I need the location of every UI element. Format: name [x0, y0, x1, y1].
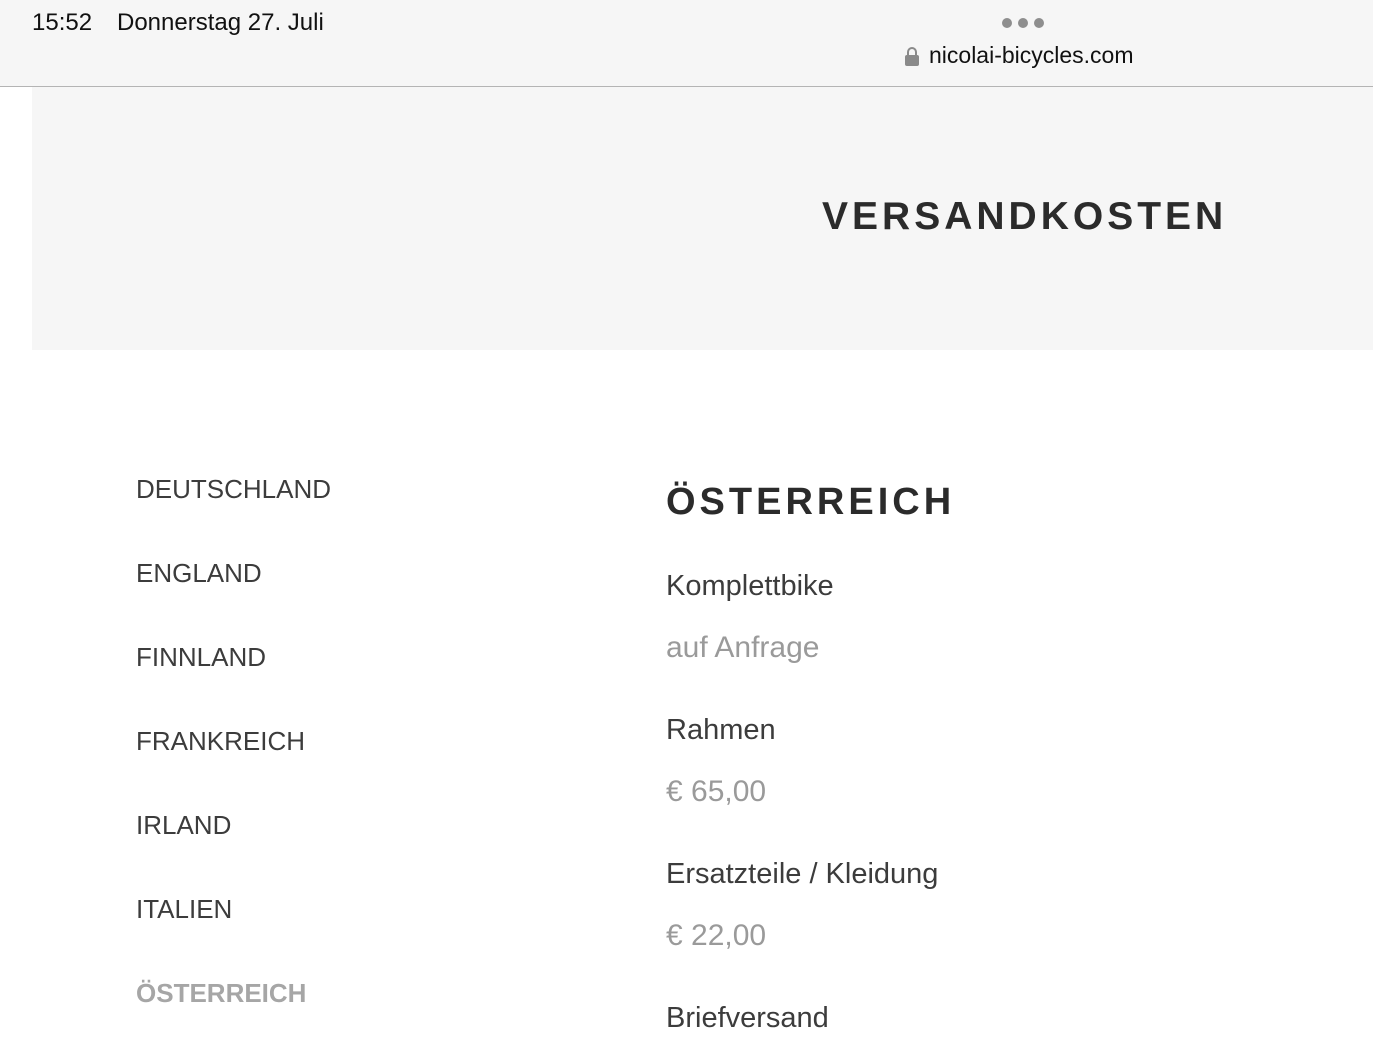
more-options-icon[interactable]	[1002, 18, 1044, 28]
country-item-england[interactable]: ENGLAND	[136, 558, 331, 642]
country-item-oesterreich[interactable]: ÖSTERREICH	[136, 978, 331, 1062]
cost-label: Komplettbike	[666, 570, 834, 602]
country-item-finnland[interactable]: FINNLAND	[136, 642, 331, 726]
status-time: 15:52	[32, 9, 93, 36]
cost-label: Rahmen	[666, 714, 776, 746]
address-bar[interactable]: nicolai-bicycles.com	[904, 42, 1134, 69]
cost-label: Ersatzteile / Kleidung	[666, 858, 939, 890]
cost-item-ersatzteile: Ersatzteile / Kleidung € 22,00	[666, 856, 955, 1000]
country-nav: DEUTSCHLAND ENGLAND FINNLAND FRANKREICH …	[136, 474, 331, 1062]
lock-icon	[905, 46, 919, 66]
url-text: nicolai-bicycles.com	[929, 42, 1134, 68]
shipping-detail: ÖSTERREICH Komplettbike auf Anfrage Rahm…	[666, 480, 955, 1062]
status-date: Donnerstag 27. Juli	[117, 9, 324, 36]
cost-value: € 22,00	[666, 919, 767, 952]
cost-item-rahmen: Rahmen € 65,00	[666, 712, 955, 856]
cost-label: Briefversand	[666, 1002, 829, 1034]
country-item-deutschland[interactable]: DEUTSCHLAND	[136, 474, 331, 558]
page-header-banner: VERSANDKOSTEN	[32, 87, 1373, 350]
cost-value: auf Anfrage	[666, 631, 820, 664]
cost-item-komplettbike: Komplettbike auf Anfrage	[666, 568, 955, 712]
cost-item-briefversand: Briefversand	[666, 1000, 955, 1062]
cost-value: € 65,00	[666, 775, 767, 808]
page-title: VERSANDKOSTEN	[822, 195, 1228, 238]
detail-title: ÖSTERREICH	[666, 481, 956, 523]
country-item-italien[interactable]: ITALIEN	[136, 894, 331, 978]
browser-status-bar: 15:52 Donnerstag 27. Juli nicolai-bicycl…	[0, 0, 1373, 87]
country-item-irland[interactable]: IRLAND	[136, 810, 331, 894]
country-item-frankreich[interactable]: FRANKREICH	[136, 726, 331, 810]
